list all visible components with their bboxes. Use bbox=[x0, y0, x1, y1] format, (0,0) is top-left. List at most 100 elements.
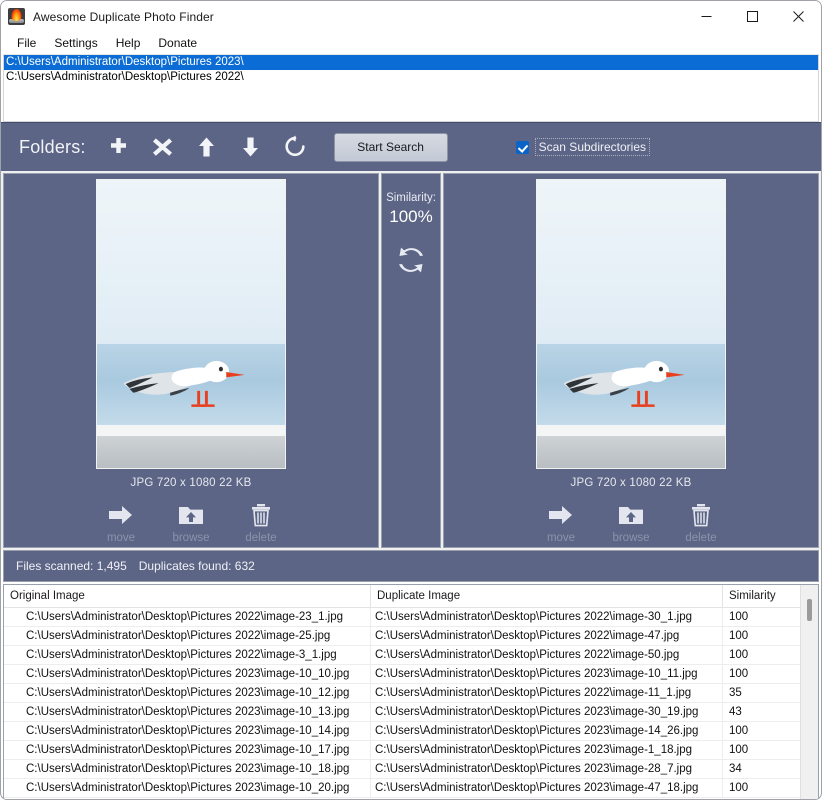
cell-original: C:\Users\Administrator\Desktop\Pictures … bbox=[4, 779, 371, 797]
original-image-meta: JPG 720 x 1080 22 KB bbox=[131, 477, 252, 489]
window-controls bbox=[683, 1, 821, 32]
menu-item-file[interactable]: File bbox=[9, 35, 44, 52]
table-row[interactable]: C:\Users\Administrator\Desktop\Pictures … bbox=[4, 608, 800, 627]
move-folder-up-button[interactable] bbox=[194, 134, 220, 160]
arrow-down-icon bbox=[239, 136, 262, 159]
cell-duplicate: C:\Users\Administrator\Desktop\Pictures … bbox=[371, 665, 723, 683]
cell-duplicate: C:\Users\Administrator\Desktop\Pictures … bbox=[371, 627, 723, 645]
table-row[interactable]: C:\Users\Administrator\Desktop\Pictures … bbox=[4, 646, 800, 665]
similarity-value: 100% bbox=[389, 207, 432, 227]
window-title: Awesome Duplicate Photo Finder bbox=[33, 10, 214, 24]
table-row[interactable]: C:\Users\Administrator\Desktop\Pictures … bbox=[4, 684, 800, 703]
comparison-area: JPG 720 x 1080 22 KB move bbox=[1, 171, 821, 550]
menu-item-donate[interactable]: Donate bbox=[150, 35, 205, 52]
cell-similarity: 100 bbox=[723, 722, 800, 740]
results-header-row: Original Image Duplicate Image Similarit… bbox=[4, 585, 800, 608]
move-button[interactable]: move bbox=[537, 501, 585, 544]
app-window: Awesome Duplicate Photo Finder File Sett… bbox=[0, 0, 822, 800]
delete-button[interactable]: delete bbox=[677, 501, 725, 544]
seagull-icon bbox=[556, 350, 691, 416]
trash-icon bbox=[689, 503, 713, 527]
original-image-thumbnail[interactable] bbox=[96, 179, 286, 469]
similarity-label: Similarity: bbox=[386, 192, 436, 204]
table-row[interactable]: C:\Users\Administrator\Desktop\Pictures … bbox=[4, 760, 800, 779]
column-header-duplicate-image[interactable]: Duplicate Image bbox=[371, 585, 723, 607]
browse-label: browse bbox=[612, 532, 649, 544]
cell-duplicate: C:\Users\Administrator\Desktop\Pictures … bbox=[371, 741, 723, 759]
browse-button[interactable]: browse bbox=[167, 501, 215, 544]
table-row[interactable]: C:\Users\Administrator\Desktop\Pictures … bbox=[4, 741, 800, 760]
cell-duplicate: C:\Users\Administrator\Desktop\Pictures … bbox=[371, 760, 723, 778]
column-header-original-image[interactable]: Original Image bbox=[4, 585, 371, 607]
cell-original: C:\Users\Administrator\Desktop\Pictures … bbox=[4, 646, 371, 664]
reset-folders-button[interactable] bbox=[282, 134, 308, 160]
move-button[interactable]: move bbox=[97, 501, 145, 544]
cell-duplicate: C:\Users\Administrator\Desktop\Pictures … bbox=[371, 684, 723, 702]
results-body: C:\Users\Administrator\Desktop\Pictures … bbox=[4, 608, 800, 799]
cell-original: C:\Users\Administrator\Desktop\Pictures … bbox=[4, 684, 371, 702]
arrow-right-icon bbox=[108, 504, 134, 526]
table-row[interactable]: C:\Users\Administrator\Desktop\Pictures … bbox=[4, 703, 800, 722]
duplicate-image-actions: move browse bbox=[537, 501, 725, 544]
folder-actions bbox=[106, 134, 308, 160]
remove-folder-button[interactable] bbox=[150, 134, 176, 160]
start-search-button[interactable]: Start Search bbox=[334, 133, 448, 162]
table-row[interactable]: C:\Users\Administrator\Desktop\Pictures … bbox=[4, 627, 800, 646]
seagull-icon bbox=[116, 350, 251, 416]
cell-duplicate: C:\Users\Administrator\Desktop\Pictures … bbox=[371, 646, 723, 664]
menu-item-help[interactable]: Help bbox=[108, 35, 149, 52]
results-vertical-scrollbar[interactable] bbox=[800, 585, 818, 799]
cell-duplicate: C:\Users\Administrator\Desktop\Pictures … bbox=[371, 608, 723, 626]
cell-original: C:\Users\Administrator\Desktop\Pictures … bbox=[4, 627, 371, 645]
original-image-actions: move browse bbox=[97, 501, 285, 544]
table-row[interactable]: C:\Users\Administrator\Desktop\Pictures … bbox=[4, 779, 800, 798]
delete-label: delete bbox=[245, 532, 276, 544]
duplicate-image-thumbnail[interactable] bbox=[536, 179, 726, 469]
table-row[interactable]: C:\Users\Administrator\Desktop\Pictures … bbox=[4, 722, 800, 741]
folder-open-icon bbox=[178, 504, 204, 526]
duplicate-image-meta: JPG 720 x 1080 22 KB bbox=[571, 477, 692, 489]
cross-icon bbox=[151, 136, 174, 159]
flame-icon bbox=[8, 8, 25, 25]
scrollbar-thumb[interactable] bbox=[807, 599, 812, 621]
cell-original: C:\Users\Administrator\Desktop\Pictures … bbox=[4, 703, 371, 721]
trash-icon bbox=[249, 503, 273, 527]
cell-similarity: 100 bbox=[723, 627, 800, 645]
delete-label: delete bbox=[685, 532, 716, 544]
menu-bar: File Settings Help Donate bbox=[1, 32, 821, 54]
cell-original: C:\Users\Administrator\Desktop\Pictures … bbox=[4, 608, 371, 626]
arrow-right-icon bbox=[548, 504, 574, 526]
folder-open-icon bbox=[618, 504, 644, 526]
browse-button[interactable]: browse bbox=[607, 501, 655, 544]
duplicates-found-status: Duplicates found: 632 bbox=[139, 559, 255, 573]
swap-images-button[interactable] bbox=[396, 245, 426, 275]
close-button[interactable] bbox=[775, 1, 821, 32]
minimize-button[interactable] bbox=[683, 1, 729, 32]
folder-list-item[interactable]: C:\Users\Administrator\Desktop\Pictures … bbox=[4, 70, 818, 85]
cell-similarity: 100 bbox=[723, 779, 800, 797]
column-header-similarity[interactable]: Similarity bbox=[723, 585, 800, 607]
scan-subdirectories-checkbox[interactable] bbox=[516, 141, 529, 154]
maximize-button[interactable] bbox=[729, 1, 775, 32]
add-folder-button[interactable] bbox=[106, 134, 132, 160]
duplicate-image-pane: JPG 720 x 1080 22 KB move bbox=[443, 173, 819, 548]
browse-label: browse bbox=[172, 532, 209, 544]
cell-similarity: 43 bbox=[723, 703, 800, 721]
delete-button[interactable]: delete bbox=[237, 501, 285, 544]
scan-subdirectories-label: Scan Subdirectories bbox=[535, 138, 650, 156]
folders-label: Folders: bbox=[19, 137, 86, 158]
move-folder-down-button[interactable] bbox=[238, 134, 264, 160]
arrow-up-icon bbox=[195, 136, 218, 159]
refresh-icon bbox=[283, 135, 307, 159]
move-label: move bbox=[547, 532, 575, 544]
close-icon bbox=[793, 11, 804, 22]
cell-original: C:\Users\Administrator\Desktop\Pictures … bbox=[4, 665, 371, 683]
cell-similarity: 100 bbox=[723, 608, 800, 626]
cell-similarity: 100 bbox=[723, 741, 800, 759]
folder-list-item[interactable]: C:\Users\Administrator\Desktop\Pictures … bbox=[4, 55, 818, 70]
plus-icon bbox=[107, 136, 130, 159]
menu-item-settings[interactable]: Settings bbox=[46, 35, 105, 52]
table-row[interactable]: C:\Users\Administrator\Desktop\Pictures … bbox=[4, 665, 800, 684]
folder-list[interactable]: C:\Users\Administrator\Desktop\Pictures … bbox=[3, 54, 819, 122]
scan-subdirectories-option[interactable]: Scan Subdirectories bbox=[516, 138, 650, 156]
